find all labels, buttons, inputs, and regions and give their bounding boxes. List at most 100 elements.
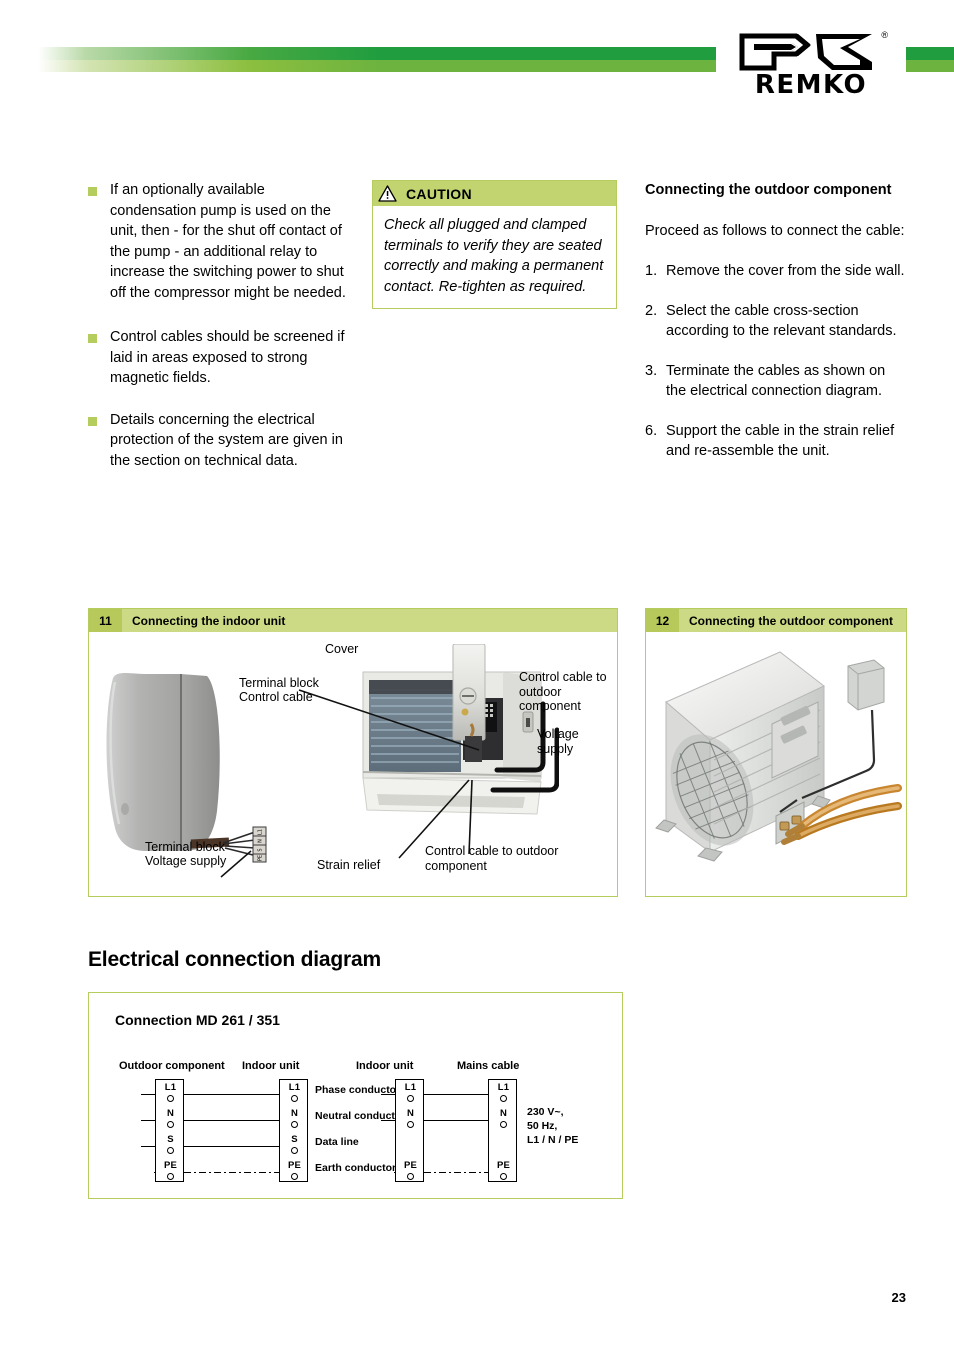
terminal-pin: N (489, 1109, 518, 1132)
terminal-pin: L1 (489, 1083, 518, 1106)
bullet-text: Control cables should be screened if lai… (110, 329, 345, 386)
terminal-dot-icon (407, 1173, 414, 1180)
terminal-pin: L1 (396, 1083, 425, 1106)
terminal-label: N (499, 1108, 508, 1119)
signal-label-data-line: Data line (315, 1136, 359, 1148)
step-number: 2. (645, 302, 658, 319)
diagram-header-outdoor-component: Outdoor component (119, 1060, 225, 1072)
step-text: Terminate the cables as shown on the ele… (666, 362, 886, 400)
bullet-square-icon (88, 334, 97, 343)
bullet-square-icon (88, 187, 97, 196)
list-item: 3. Terminate the cables as shown on the … (645, 361, 907, 402)
terminal-block-mains-cable: L1 N PE (488, 1079, 517, 1182)
terminal-block-indoor-unit-left: L1 N S PE (279, 1079, 308, 1182)
section-heading-connecting-outdoor: Connecting the outdoor component (645, 182, 892, 198)
terminal-pin: N (156, 1109, 185, 1132)
terminal-pin: N (396, 1109, 425, 1132)
figure-connecting-indoor-unit: 11 Connecting the indoor unit L1 N S PE … (88, 608, 618, 897)
terminal-label: S (291, 1134, 298, 1145)
supply-note-conductors: L1 / N / PE (527, 1134, 579, 1146)
terminal-dot-icon (291, 1095, 298, 1102)
brand-wordmark: REMKO (754, 70, 868, 100)
callout-terminal-block-2: Terminal block (145, 840, 225, 854)
terminal-label: PE (403, 1160, 418, 1171)
terminal-dot-icon (291, 1173, 298, 1180)
terminal-pin: L1 (280, 1083, 309, 1106)
figure-image-outdoor-unit (646, 632, 906, 896)
callout-cover: Cover (325, 642, 359, 656)
terminal-dot-icon (500, 1173, 507, 1180)
caution-body: Check all plugged and clamped terminals … (384, 217, 604, 295)
page-number: 23 (891, 1290, 906, 1305)
terminal-label: PE (496, 1160, 511, 1171)
step-text: Remove the cover from the side wall. (666, 263, 905, 279)
step-number: 3. (645, 362, 658, 379)
caution-title: CAUTION (406, 185, 472, 202)
terminal-block-outdoor-component: L1 N S PE (155, 1079, 184, 1182)
terminal-pin: N (280, 1109, 309, 1132)
figure-caption: 12 Connecting the outdoor component (646, 609, 906, 632)
terminal-label: N (166, 1108, 175, 1119)
terminal-dot-icon (291, 1147, 298, 1154)
diagram-header-indoor-unit-left: Indoor unit (242, 1060, 300, 1072)
callout-terminal-block: Terminal block (239, 676, 319, 690)
caution-header: CAUTION (373, 181, 616, 206)
terminal-pin: PE (280, 1161, 309, 1184)
wire-neutral-left (169, 1120, 287, 1121)
callout-control-cable-to-outdoor-component: Control cable to outdoor component (519, 670, 607, 713)
figure-number: 11 (89, 609, 122, 632)
terminal-pin: PE (396, 1161, 425, 1184)
step-number: 6. (645, 422, 658, 439)
remko-logo-mark-icon: ® (736, 30, 888, 74)
step-number: 1. (645, 263, 658, 279)
wire-phase-left (169, 1094, 287, 1095)
terminal-label: L1 (497, 1082, 510, 1093)
callout-control-cable: Control cable (239, 690, 313, 704)
page-header: ® REMKO (0, 0, 954, 130)
list-item: 2. Select the cable cross-section accord… (645, 301, 907, 342)
terminal-label: N (406, 1108, 415, 1119)
callout-control-cable-to-outdoor-component-2: Control cable to outdoor component (425, 844, 559, 873)
supply-note-frequency: 50 Hz, (527, 1120, 558, 1132)
terminal-pin: L1 (156, 1083, 185, 1106)
figure-title: Connecting the indoor unit (122, 609, 617, 632)
caution-box: CAUTION Check all plugged and clamped te… (372, 180, 617, 309)
bullet-item: Details concerning the electrical protec… (88, 410, 350, 472)
bullet-item: If an optionally available condensation … (88, 180, 350, 303)
bullet-square-icon (88, 416, 97, 426)
figure-title: Connecting the outdoor component (679, 609, 906, 632)
diagram-header-indoor-unit-right: Indoor unit (356, 1060, 414, 1072)
warning-triangle-icon (378, 185, 397, 202)
terminal-label: L1 (164, 1082, 177, 1093)
figure-image-indoor-unit: L1 N S PE Cover Terminal block Control c… (89, 632, 617, 896)
list-item: 6. Support the cable in the strain relie… (645, 421, 907, 462)
intro-paragraph: Proceed as follows to connect the cable: (645, 222, 905, 239)
signal-label-earth-conductor: Earth conductor (315, 1162, 397, 1174)
supply-note-voltage: 230 V~, (527, 1106, 564, 1118)
bullet-item: Control cables should be screened if lai… (88, 327, 350, 389)
terminal-dot-icon (167, 1095, 174, 1102)
wire-data-left (169, 1146, 287, 1147)
terminal-dot-icon (167, 1147, 174, 1154)
outdoor-unit-illustration (655, 651, 902, 862)
terminal-dot-icon (291, 1121, 298, 1128)
bullet-text: Details concerning the electrical protec… (110, 411, 343, 469)
figure-caption: 11 Connecting the indoor unit (89, 609, 617, 632)
terminal-label: PE (287, 1160, 302, 1171)
remko-logo: ® REMKO (716, 30, 906, 105)
terminal-block-indoor-unit-right: L1 N PE (395, 1079, 424, 1182)
terminal-label: N (290, 1108, 299, 1119)
list-item: 1. Remove the cover from the side wall. (645, 261, 907, 282)
terminal-dot-icon (407, 1121, 414, 1128)
page-title: Electrical connection diagram (88, 948, 381, 971)
terminal-label: L1 (404, 1082, 417, 1093)
callout-voltage-supply-2: Voltage supply (145, 854, 227, 868)
terminal-label: S (167, 1134, 174, 1145)
step-text: Select the cable cross-section according… (666, 302, 897, 340)
terminal-label: PE (163, 1160, 178, 1171)
figure-number: 12 (646, 609, 679, 632)
left-column: If an optionally available condensation … (88, 180, 350, 490)
terminal-dot-icon (500, 1121, 507, 1128)
callout-strain-relief: Strain relief (317, 858, 381, 872)
terminal-pin: S (156, 1135, 185, 1158)
